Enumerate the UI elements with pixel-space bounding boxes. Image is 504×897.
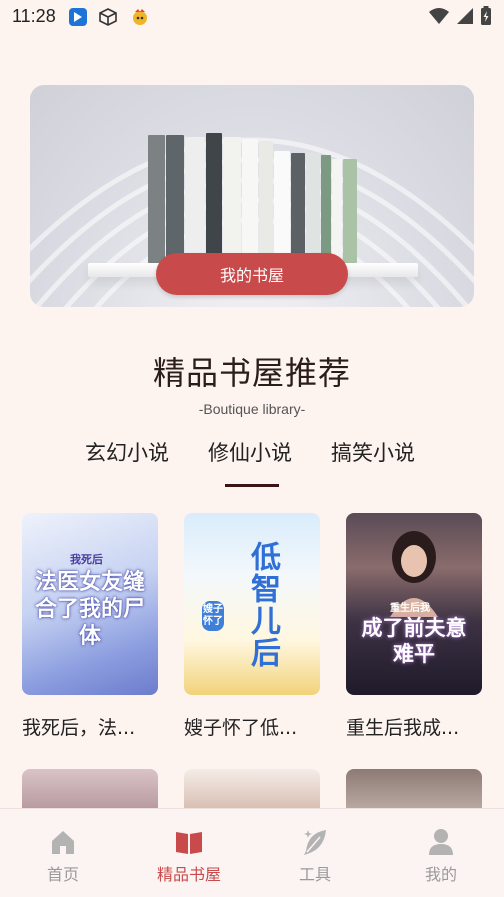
book-card[interactable]: 重生后我 成了前夫意难平 重生后我成... <box>346 513 482 740</box>
category-tabs: 玄幻小说 修仙小说 搞笑小说 <box>0 437 504 497</box>
tab-xuanhuan[interactable]: 玄幻小说 <box>85 437 169 467</box>
nav-tools[interactable]: 工具 <box>252 809 378 897</box>
book-card[interactable]: 低智儿后 嫂子怀了 嫂子怀了低... <box>184 513 320 740</box>
game-app-icon <box>133 9 147 25</box>
book-cover[interactable]: 我死后 法医女友缝合了我的尸体 <box>22 513 158 695</box>
nav-boutique[interactable]: 精品书屋 <box>126 809 252 897</box>
book-cover[interactable]: 重生后我 成了前夫意难平 <box>346 513 482 695</box>
tab-xiuxian[interactable]: 修仙小说 <box>208 437 292 467</box>
home-icon <box>52 831 74 854</box>
section-title: 精品书屋推荐 <box>152 354 351 392</box>
book-icon <box>176 832 202 854</box>
feather-icon <box>304 830 326 855</box>
status-bar: 11:28 <box>0 0 504 34</box>
bottom-navigation: 首页 精品书屋 工具 我的 <box>0 808 504 897</box>
battery-icon <box>481 6 491 25</box>
book-cover-partial[interactable] <box>184 769 320 809</box>
book-title: 重生后我成... <box>346 717 460 739</box>
user-icon <box>429 829 453 855</box>
nav-mine[interactable]: 我的 <box>378 809 504 897</box>
signal-icon <box>457 8 473 24</box>
book-title: 嫂子怀了低... <box>184 717 298 739</box>
my-bookshelf-button[interactable]: 我的书屋 <box>156 253 348 295</box>
status-time: 11:28 <box>12 6 56 26</box>
book-cover-partial[interactable] <box>346 769 482 809</box>
book-cover-partial[interactable] <box>22 769 158 809</box>
app-notification-icon <box>69 8 87 26</box>
tab-gaoxiao[interactable]: 搞笑小说 <box>331 437 415 467</box>
wifi-icon <box>429 8 449 24</box>
active-tab-indicator <box>225 484 279 487</box>
nav-home[interactable]: 首页 <box>0 809 126 897</box>
book-card[interactable]: 我死后 法医女友缝合了我的尸体 我死后，法... <box>22 513 158 740</box>
hero-banner[interactable]: 我的书屋 <box>30 85 474 307</box>
book-cover[interactable]: 低智儿后 嫂子怀了 <box>184 513 320 695</box>
book-title: 我死后，法... <box>22 717 136 739</box>
cube-icon <box>99 8 117 26</box>
section-subtitle: -Boutique library- <box>198 401 306 417</box>
